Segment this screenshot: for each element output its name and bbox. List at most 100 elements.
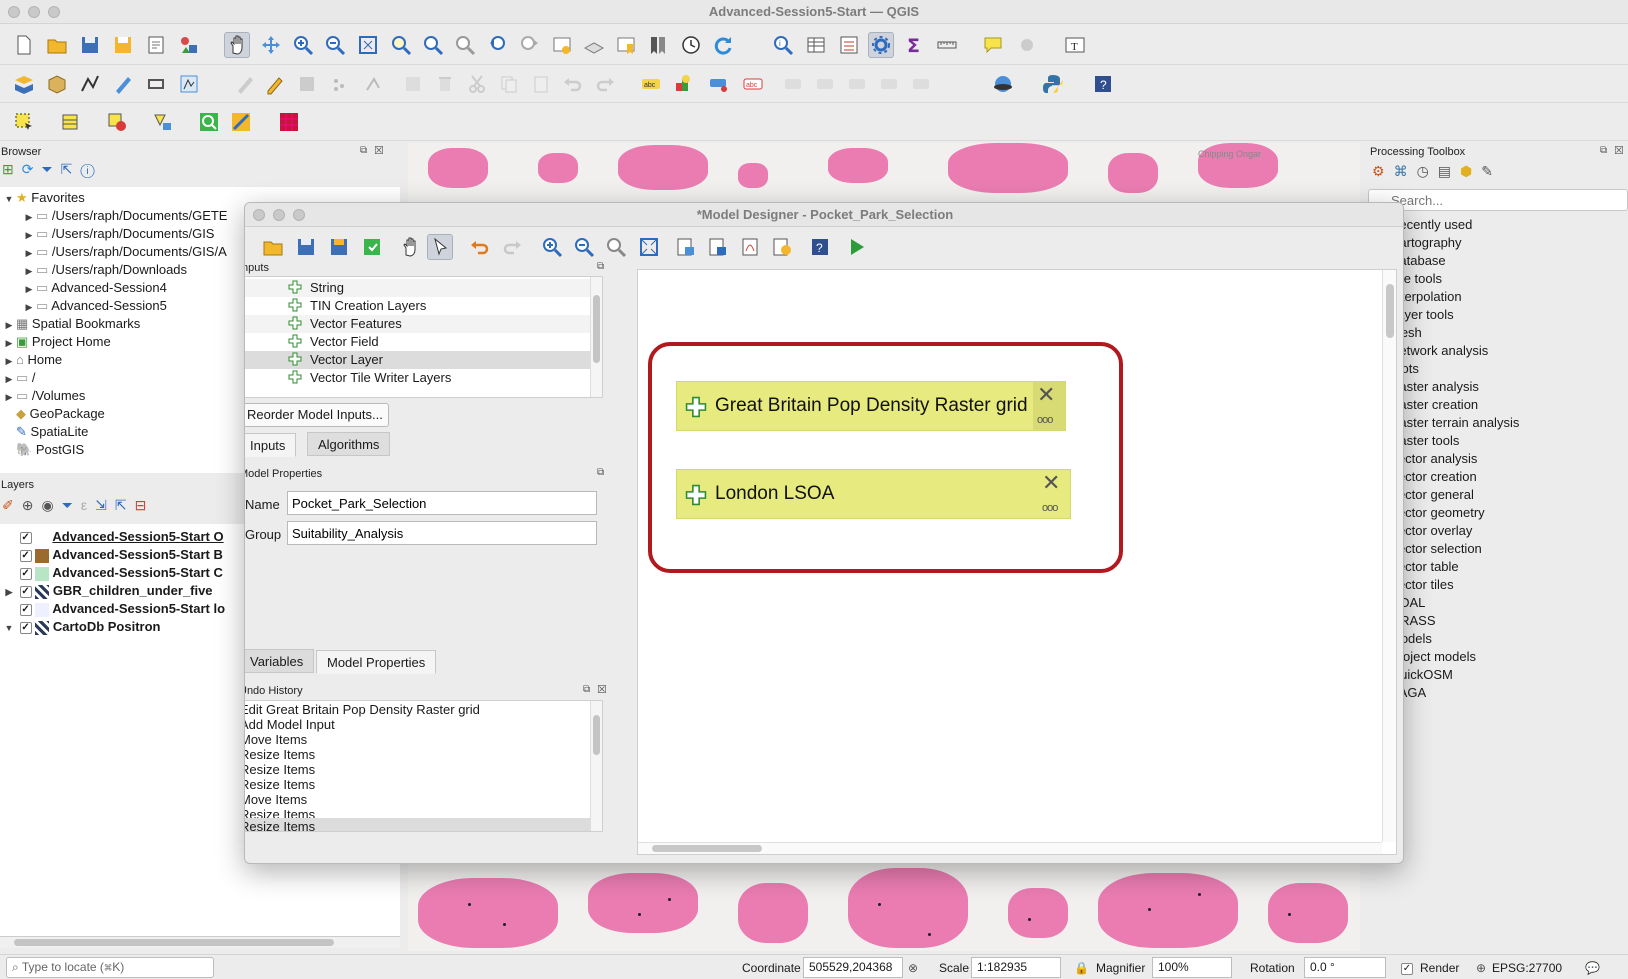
model-name-input[interactable] xyxy=(287,491,597,515)
digitize-icon[interactable] xyxy=(176,71,202,97)
label-tool-icon[interactable]: abc xyxy=(638,71,664,97)
scale-combobox[interactable]: 1:182935 xyxy=(971,957,1061,978)
browser-item-project-home[interactable]: ▶ ▣ Project Home xyxy=(2,333,111,351)
processing-group[interactable]: Layer tools xyxy=(1370,306,1620,324)
text-annotation-icon[interactable]: T xyxy=(1062,32,1088,58)
panel-float-icon[interactable]: ⧉ xyxy=(1600,145,1607,156)
layer-visibility-checkbox[interactable]: ✓ xyxy=(19,567,32,580)
new-3d-view-icon[interactable] xyxy=(581,32,607,58)
dialog-close-button[interactable] xyxy=(253,209,265,221)
zoom-native-icon[interactable] xyxy=(452,32,478,58)
panel-float-icon[interactable]: ⧉ xyxy=(597,467,604,478)
undo-edit-icon[interactable] xyxy=(560,71,586,97)
pan-to-selection-icon[interactable] xyxy=(258,32,284,58)
select-move-icon[interactable] xyxy=(427,234,453,260)
browser-item-favorites[interactable]: ▼ ★ Favorites xyxy=(2,189,85,207)
processing-settings-icon[interactable] xyxy=(868,32,894,58)
grid-plugin-icon[interactable] xyxy=(276,109,302,135)
paste-features-icon[interactable] xyxy=(528,71,554,97)
panel-float-icon[interactable]: ⧉ xyxy=(597,261,604,272)
add-selected-icon[interactable]: ⊞ xyxy=(2,161,22,177)
processing-group[interactable]: Mesh xyxy=(1370,324,1620,342)
browser-item-folder[interactable]: ▶ ▭ /Users/raph/Documents/GIS/A xyxy=(22,243,227,261)
models-gear-icon[interactable]: ⚙ xyxy=(1372,163,1394,179)
browser-item-root[interactable]: ▶ ▭ / xyxy=(2,369,36,387)
export-pdf-icon[interactable] xyxy=(737,234,763,260)
highlight-label-icon[interactable] xyxy=(706,71,732,97)
redo-edit-icon[interactable] xyxy=(592,71,618,97)
processing-group[interactable]: Vector selection xyxy=(1370,540,1620,558)
pan-map-icon[interactable] xyxy=(224,32,250,58)
results-viewer-icon[interactable]: ▤ xyxy=(1438,163,1460,179)
scrollbar-thumb[interactable] xyxy=(593,715,600,755)
zoom-actual-icon[interactable] xyxy=(603,234,629,260)
open-model-icon[interactable] xyxy=(260,234,286,260)
options-wrench-icon[interactable]: ✎ xyxy=(1481,163,1502,179)
collapse-all-icon[interactable]: ⇱ xyxy=(61,161,81,177)
zoom-window-button[interactable] xyxy=(48,6,60,18)
delete-selected-icon[interactable] xyxy=(432,71,458,97)
processing-group[interactable]: Cartography xyxy=(1370,234,1620,252)
new-geopackage-icon[interactable] xyxy=(44,71,70,97)
layers-hscrollbar[interactable] xyxy=(0,936,400,948)
processing-group[interactable]: Vector table xyxy=(1370,558,1620,576)
processing-group[interactable]: Vector creation xyxy=(1370,468,1620,486)
plugin-globe-icon[interactable] xyxy=(990,71,1016,97)
panel-float-icon[interactable]: ⧉ xyxy=(583,684,590,695)
input-item-vector-features[interactable]: Vector Features xyxy=(245,315,602,333)
panel-close-icon[interactable]: ☒ xyxy=(597,683,607,696)
processing-group[interactable]: SAGA xyxy=(1370,684,1620,702)
reorder-inputs-button[interactable]: Reorder Model Inputs... xyxy=(245,403,389,427)
filter-browser-icon[interactable]: ⏷ xyxy=(41,161,60,177)
pin-label-icon[interactable]: abc xyxy=(740,71,766,97)
save-project-icon[interactable] xyxy=(77,32,103,58)
edit-node-icon[interactable]: ooo xyxy=(1042,502,1058,514)
select-by-value-icon[interactable] xyxy=(58,109,84,135)
browser-item-home[interactable]: ▶ ⌂ Home xyxy=(2,351,63,369)
layer-row[interactable]: ✓ Advanced-Session5-Start O xyxy=(2,528,224,546)
new-map-view-icon[interactable] xyxy=(549,32,575,58)
canvas-hscrollbar[interactable] xyxy=(638,842,1382,854)
manage-visibility-icon[interactable]: ◉ xyxy=(41,497,61,513)
browser-item-bookmarks[interactable]: ▶ ▦ Spatial Bookmarks xyxy=(2,315,141,333)
statistics-sigma-icon[interactable]: Σ xyxy=(901,32,927,58)
processing-group[interactable]: Database xyxy=(1370,252,1620,270)
input-item-string[interactable]: String xyxy=(245,279,602,297)
processing-group[interactable]: QuickOSM xyxy=(1370,666,1620,684)
canvas-vscrollbar[interactable] xyxy=(1382,270,1396,842)
render-checkbox[interactable]: ✓ xyxy=(1401,958,1413,978)
locator-search-input[interactable]: ⌕ Type to locate (⌘K) xyxy=(6,957,214,978)
export-image-icon[interactable] xyxy=(673,234,699,260)
edit-help-icon[interactable]: ? xyxy=(807,234,833,260)
undo-scrollbar[interactable] xyxy=(590,701,602,831)
copy-features-icon[interactable] xyxy=(496,71,522,97)
rotation-spinbox[interactable]: 0.0 ° xyxy=(1304,957,1386,978)
zoom-next-icon[interactable] xyxy=(517,32,543,58)
scrollbar-thumb[interactable] xyxy=(593,295,600,363)
browser-item-folder[interactable]: ▶ ▭ Advanced-Session5 xyxy=(22,297,167,315)
show-bookmarks-icon[interactable] xyxy=(645,32,671,58)
expression-filter-icon[interactable]: ε xyxy=(81,497,95,513)
tab-model-properties[interactable]: Model Properties xyxy=(316,650,437,674)
layer-row[interactable]: ✓ Advanced-Session5-Start lo xyxy=(2,600,225,618)
run-model-icon[interactable] xyxy=(843,234,869,260)
add-group-icon[interactable]: ⊕ xyxy=(22,497,42,513)
layer-row[interactable]: ✓ Advanced-Session5-Start B xyxy=(2,546,223,564)
crs-button[interactable]: EPSG:27700 xyxy=(1492,958,1562,978)
save-edits-icon[interactable] xyxy=(294,71,320,97)
processing-group[interactable]: Vector tiles xyxy=(1370,576,1620,594)
processing-group[interactable]: File tools xyxy=(1370,270,1620,288)
processing-group[interactable]: Models xyxy=(1370,630,1620,648)
coordinate-input[interactable]: 505529,204368 xyxy=(803,957,903,978)
toggle-extents-icon[interactable]: ⊗ xyxy=(908,958,918,978)
panel-float-icon[interactable]: ⧉ xyxy=(360,145,367,156)
processing-group[interactable]: GRASS xyxy=(1370,612,1620,630)
scrollbar-thumb[interactable] xyxy=(652,845,762,852)
layer-visibility-checkbox[interactable]: ✓ xyxy=(19,621,32,634)
show-hide-labels-icon[interactable] xyxy=(780,71,806,97)
save-to-project-icon[interactable] xyxy=(359,234,385,260)
label-properties-icon[interactable] xyxy=(908,71,934,97)
input-item-tin[interactable]: TIN Creation Layers xyxy=(245,297,602,315)
processing-group[interactable]: Raster terrain analysis xyxy=(1370,414,1620,432)
browser-item-folder[interactable]: ▶ ▭ /Users/raph/Downloads xyxy=(22,261,188,279)
